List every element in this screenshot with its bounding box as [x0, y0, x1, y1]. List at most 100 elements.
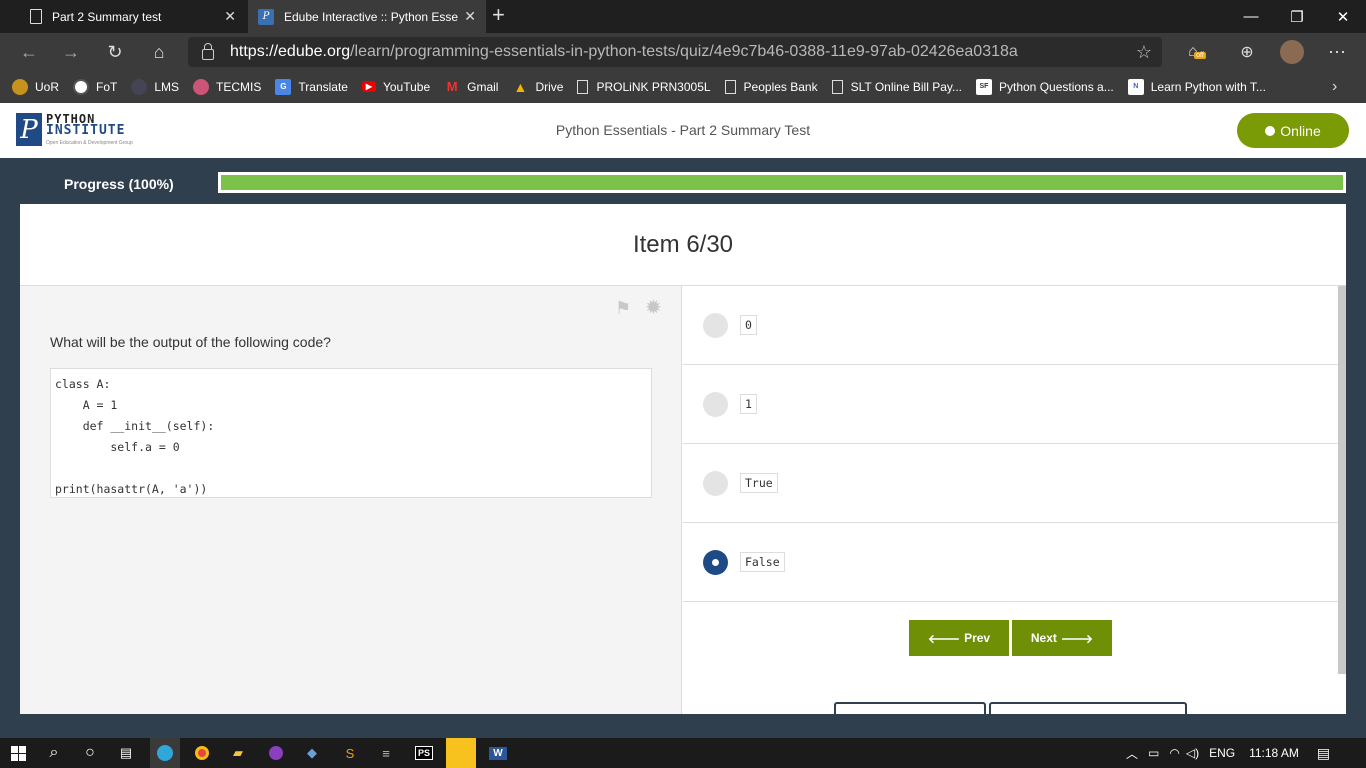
clock[interactable]: 11:18 AM: [1249, 746, 1299, 760]
media-app-icon[interactable]: [264, 741, 288, 765]
python-institute-icon: P: [258, 8, 274, 25]
bookmarks-bar: UoR FoT LMS TECMIS G Translate ▶ YouTube M…: [0, 70, 1366, 103]
drive-icon: ▲: [513, 78, 528, 95]
address-bar[interactable]: https://edube.org /learn/programming-ess…: [188, 37, 1162, 67]
radio-button-selected[interactable]: [703, 549, 728, 575]
back-icon[interactable]: ←: [14, 38, 44, 66]
radio-button[interactable]: [703, 470, 728, 496]
phpstorm-icon[interactable]: PS: [412, 741, 436, 765]
close-tab-icon[interactable]: ✕: [224, 8, 236, 25]
wifi-icon[interactable]: ◠: [1169, 746, 1179, 760]
notification-icon[interactable]: ▤: [1317, 745, 1330, 762]
radio-button[interactable]: [703, 391, 728, 417]
tab-part2-summary[interactable]: Part 2 Summary test ✕: [20, 0, 246, 33]
footer-tab-right[interactable]: [989, 702, 1187, 714]
url-path: /learn/programming-essentials-in-python-…: [350, 43, 1018, 60]
chevron-up-icon[interactable]: ︿: [1126, 745, 1138, 762]
forward-icon[interactable]: →: [56, 38, 86, 66]
uor-icon: [12, 78, 28, 95]
lms-icon: [131, 78, 148, 95]
cortana-icon[interactable]: ○: [78, 741, 102, 765]
quiz-card: Item 6/30 ⚑ ✹ What will be the output of…: [20, 204, 1346, 714]
answer-option[interactable]: 0: [683, 286, 1338, 365]
answer-option-selected[interactable]: False: [683, 523, 1338, 602]
code-block: class A: A = 1 def __init__(self): self.…: [50, 368, 652, 498]
language-indicator[interactable]: ENG: [1209, 746, 1235, 760]
lock-icon: [202, 42, 214, 60]
question-text: What will be the output of the following…: [50, 334, 331, 350]
extension-icon[interactable]: ⌂ off: [1178, 38, 1208, 66]
bookmark-python-questions[interactable]: SF Python Questions a...: [976, 78, 1114, 95]
refresh-icon[interactable]: ↻: [100, 38, 130, 66]
radio-button[interactable]: [703, 312, 728, 338]
youtube-icon: ▶: [361, 81, 376, 92]
bookmark-tecmis[interactable]: TECMIS: [193, 78, 261, 95]
bookmark-youtube[interactable]: ▶ YouTube: [361, 80, 430, 94]
sticky-notes-icon[interactable]: [446, 738, 476, 768]
chevron-right-icon[interactable]: ›: [1332, 78, 1337, 96]
bookmark-lms[interactable]: LMS: [131, 78, 179, 95]
file-explorer-icon[interactable]: ▰: [226, 741, 250, 765]
learn-python-icon: N: [1127, 78, 1144, 95]
answer-option[interactable]: 1: [683, 365, 1338, 444]
favorite-star-icon[interactable]: ☆: [1136, 42, 1152, 63]
bookmark-learn-python[interactable]: N Learn Python with T...: [1127, 78, 1266, 95]
system-tray: ︿ ▭ ◠ ◁) ENG 11:18 AM ▤: [1126, 738, 1330, 768]
bookmark-fot[interactable]: FoT: [73, 78, 117, 95]
page-icon: [577, 79, 589, 94]
item-counter: Item 6/30: [20, 204, 1346, 286]
home-icon[interactable]: ⌂: [144, 38, 174, 66]
volume-icon[interactable]: ◁): [1186, 746, 1199, 760]
paint-icon[interactable]: ◆: [300, 741, 324, 765]
arrow-right-icon: 🡒: [1060, 631, 1094, 646]
search-icon[interactable]: ⌕: [42, 741, 66, 765]
url-host: https://edube.org: [230, 43, 351, 60]
extension-badge: off: [1194, 52, 1206, 59]
battery-icon[interactable]: ▭: [1148, 746, 1159, 760]
close-window-icon[interactable]: ✕: [1320, 0, 1366, 33]
close-tab-icon[interactable]: ✕: [464, 8, 476, 25]
gmail-icon: M: [446, 79, 458, 94]
new-tab-icon[interactable]: +: [492, 4, 505, 26]
online-status-button[interactable]: Online: [1237, 113, 1349, 148]
collections-icon[interactable]: ⊕: [1232, 38, 1262, 66]
answer-option[interactable]: True: [683, 444, 1338, 523]
footer-tab-left[interactable]: [834, 702, 986, 714]
word-icon[interactable]: W: [486, 741, 510, 765]
app-icon[interactable]: ≡: [374, 741, 398, 765]
answer-value: 1: [740, 394, 757, 414]
windows-start-icon[interactable]: [6, 741, 30, 765]
navigation-bar: ← → ↻ ⌂ https://edube.org /learn/program…: [0, 33, 1366, 70]
page-title: Python Essentials - Part 2 Summary Test: [555, 122, 811, 138]
chrome-taskbar-icon[interactable]: [190, 741, 214, 765]
logo-tagline: Open Education & Development Group: [46, 140, 133, 146]
minimize-icon[interactable]: —: [1228, 0, 1274, 33]
profile-avatar[interactable]: [1277, 38, 1307, 66]
prev-button[interactable]: 🡐 Prev: [909, 620, 1009, 656]
bookmark-drive[interactable]: ▲ Drive: [512, 78, 564, 95]
flag-icon[interactable]: ⚑: [615, 298, 631, 319]
tab-title: Part 2 Summary test: [52, 9, 162, 24]
bookmark-slt[interactable]: SLT Online Bill Pay...: [831, 79, 962, 94]
sanfoundry-icon: SF: [976, 78, 992, 95]
scrollbar[interactable]: [1338, 286, 1346, 674]
task-view-icon[interactable]: ▤: [114, 741, 138, 765]
bug-icon[interactable]: ✹: [645, 295, 662, 320]
bookmark-translate[interactable]: G Translate: [275, 78, 348, 95]
bookmark-peoples-bank[interactable]: Peoples Bank: [724, 79, 818, 94]
prev-label: Prev: [964, 631, 991, 645]
sublime-text-icon[interactable]: S: [338, 741, 362, 765]
answer-value: False: [740, 552, 785, 572]
tab-title: Edube Interactive :: Python Essen: [284, 9, 459, 24]
restore-icon[interactable]: ❐: [1274, 0, 1320, 33]
bookmark-prolink[interactable]: PROLiNK PRN3005L: [577, 79, 711, 94]
more-menu-icon[interactable]: ⋯: [1322, 38, 1352, 66]
bookmark-gmail[interactable]: M Gmail: [444, 79, 499, 95]
tab-edube[interactable]: P Edube Interactive :: Python Essen ✕: [248, 0, 486, 33]
site-header: P PYTHON INSTITUTE Open Education & Deve…: [0, 103, 1366, 158]
bookmark-uor[interactable]: UoR: [12, 78, 59, 95]
translate-icon: G: [275, 78, 292, 95]
next-button[interactable]: Next 🡒: [1012, 620, 1112, 656]
browser-tab-strip: Part 2 Summary test ✕ P Edube Interactiv…: [0, 0, 1366, 33]
edge-taskbar-icon[interactable]: [150, 738, 180, 768]
